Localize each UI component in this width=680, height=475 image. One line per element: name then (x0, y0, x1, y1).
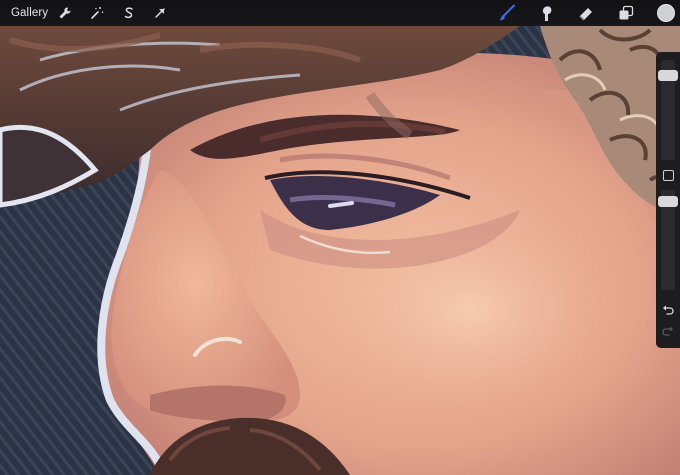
modify-square-icon[interactable] (663, 170, 674, 181)
brush-size-slider[interactable] (658, 60, 678, 160)
undo-button[interactable] (661, 303, 675, 317)
brush-icon (499, 4, 515, 21)
smudge-tool-button[interactable] (537, 4, 557, 22)
redo-button[interactable] (661, 324, 675, 338)
color-circle (657, 4, 675, 22)
wrench-icon (59, 7, 71, 19)
eraser-icon (579, 8, 592, 21)
layers-button[interactable] (616, 4, 636, 22)
smudge-finger-icon (542, 6, 552, 21)
color-picker-button[interactable] (655, 2, 677, 24)
opacity-slider[interactable] (658, 190, 678, 290)
redo-icon (662, 326, 673, 336)
gallery-button[interactable]: Gallery (11, 7, 48, 19)
brush-tool-button[interactable] (497, 4, 517, 22)
magic-wand-icon (91, 7, 104, 19)
undo-icon (663, 305, 674, 315)
adjustments-button[interactable] (87, 4, 107, 22)
top-toolbar: Gallery (0, 0, 680, 26)
selection-button[interactable] (119, 4, 139, 22)
artwork (0, 0, 680, 475)
opacity-thumb[interactable] (658, 196, 678, 207)
painting-canvas[interactable] (0, 0, 680, 475)
selection-s-icon (124, 7, 133, 19)
right-sidebar (656, 52, 680, 348)
actions-button[interactable] (55, 4, 75, 22)
arrow-cursor-icon (155, 8, 165, 18)
transform-button[interactable] (150, 4, 170, 22)
brush-size-thumb[interactable] (658, 70, 678, 81)
layers-icon (619, 5, 634, 20)
eraser-tool-button[interactable] (576, 4, 596, 22)
